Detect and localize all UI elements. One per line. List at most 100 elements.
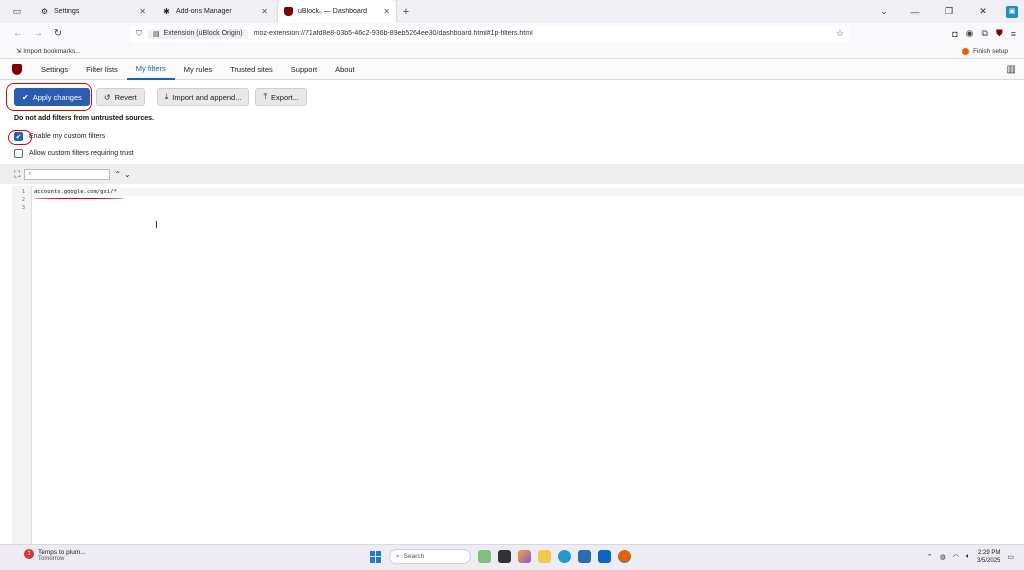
export-button[interactable]: ⤒ Export... [255,88,307,106]
find-prev-next-icons[interactable]: ⌃⌄ [114,170,133,179]
extensions-icon[interactable]: ⧉ [982,28,988,39]
tab-title: Settings [54,8,80,15]
search-icon: ⌕ [396,552,400,560]
tab-settings[interactable]: ⚙ Settings ✕ [34,0,152,23]
tab-title: uBlock₀ — Dashboard [298,8,368,15]
finish-setup-link[interactable]: Finish setup [961,47,1008,55]
toolbar-icons: ◘ ◉ ⧉ ⛊ ≡ [952,28,1016,39]
extension-puzzle-icon: ▤ [153,30,160,38]
tab-settings[interactable]: Settings [32,59,77,80]
network-icon[interactable]: ◍ [940,553,946,561]
forward-button[interactable]: → [28,28,48,39]
maximize-button[interactable]: ❐ [932,6,966,17]
line-number: 2 [21,197,25,203]
tab-filter-lists[interactable]: Filter lists [77,59,127,80]
untrusted-warning: Do not add filters from untrusted source… [14,115,155,122]
menu-icon[interactable]: ≡ [1011,29,1016,39]
checkbox-label: Enable my custom filters [29,133,106,140]
windows-taskbar: 1 Temps to plum... Tomorrow ⌕ Search ⌃ ◍… [0,544,1024,570]
editor-find-bar: ⛶ ⌕ ⌃⌄ [0,164,1024,184]
tab-addons-manager[interactable]: ✱ Add-ons Manager ✕ [156,0,274,23]
firefox-icon [961,47,969,55]
revert-button[interactable]: ↺ Revert [95,88,145,106]
weather-alert-icon: 1 [24,549,34,559]
text-cursor-icon: I [155,220,158,231]
book-icon[interactable]: ▥ [1007,64,1016,75]
identity-label: Extension (uBlock Origin) [163,30,243,37]
download-icon: ⤓ [164,92,169,101]
pocket-icon[interactable]: ◘ [952,29,957,39]
fullscreen-icon[interactable]: ⛶ [14,169,20,180]
gear-icon: ⚙ [40,7,49,16]
site-identity[interactable]: ▤ Extension (uBlock Origin) [148,28,248,39]
checkbox-label: Allow custom filters requiring trust [29,150,134,157]
window-controls: ⌄ — ❐ ✕ ▣ [870,0,1024,23]
tab-my-rules[interactable]: My rules [175,59,221,80]
landscape-widget-icon[interactable] [478,550,491,563]
edge-icon[interactable] [558,550,571,563]
filter-editor[interactable]: 1 2 3 accounts.google.com/gsi/* I [12,186,1024,544]
tab-my-filters[interactable]: My filters [126,59,175,80]
wifi-icon[interactable]: ◠ [953,553,959,561]
code-line[interactable]: accounts.google.com/gsi/* [34,188,117,196]
list-all-tabs-icon[interactable]: ▭ [0,0,34,23]
firefox-taskbar-icon[interactable] [618,550,631,563]
minimize-button[interactable]: — [898,7,932,17]
chevron-down-icon[interactable]: ⌄ [870,6,898,17]
shield-icon[interactable]: ⛉ [136,29,142,39]
chevron-up-icon[interactable]: ⌃ [927,553,933,561]
tab-about[interactable]: About [326,59,364,80]
taskbar-center: ⌕ Search [370,549,631,564]
task-view-icon[interactable] [498,550,511,563]
tab-ublock-dashboard[interactable]: uBlock₀ — Dashboard ✕ [278,0,396,23]
bookmark-star-icon[interactable]: ☆ [836,28,844,39]
tab-title: Add-ons Manager [176,8,232,15]
weather-widget[interactable]: 1 Temps to plum... Tomorrow [24,549,86,562]
import-button[interactable]: ⤓ Import and append... [156,88,250,106]
tab-strip: ▭ ⚙ Settings ✕ ✱ Add-ons Manager ✕ uBloc… [0,0,1024,23]
import-bookmarks-link[interactable]: ⇲ Import bookmarks... [16,47,81,55]
annotation-underline-filter [34,198,124,199]
file-explorer-icon[interactable] [538,550,551,563]
copilot-icon[interactable] [518,550,531,563]
allow-trusted-filters-checkbox[interactable]: Allow custom filters requiring trust [14,149,134,158]
checkbox-unchecked-icon[interactable] [14,149,23,158]
windows-start-icon[interactable] [370,550,382,563]
active-line-highlight [33,188,1024,196]
code-line[interactable] [34,204,117,212]
reload-button[interactable]: ↻ [48,28,68,39]
find-input[interactable]: ⌕ [24,168,111,180]
back-button[interactable]: ← [8,28,28,39]
clock-time: 2:29 PM [978,550,1001,556]
notifications-icon[interactable]: ▭ [1007,553,1014,561]
tab-support[interactable]: Support [282,59,326,80]
extension-icon[interactable]: ▣ [1006,5,1018,18]
url-text[interactable]: moz-extension://71afd8e8-03b5-46c2-936b-… [254,30,830,37]
close-window-button[interactable]: ✕ [966,6,1000,17]
puzzle-icon: ✱ [163,7,170,16]
revert-label: Revert [114,92,137,102]
outlook-icon[interactable] [598,550,611,563]
store-icon[interactable] [578,550,591,563]
account-icon[interactable]: ◉ [966,28,974,39]
close-icon[interactable]: ✕ [383,7,390,16]
close-icon[interactable]: ✕ [261,7,268,16]
dashboard-tabs: Settings Filter lists My filters My rule… [0,59,1024,80]
line-number: 1 [21,189,25,195]
close-icon[interactable]: ✕ [139,7,146,16]
export-label: Export... [271,92,299,102]
system-tray: ⌃ ◍ ◠ 🔈︎ 2:29 PM 3/5/2025 ▭ [927,549,1014,565]
annotation-circle-checkbox [8,130,32,145]
taskbar-search[interactable]: ⌕ Search [389,549,471,564]
weather-title: Temps to plum... [38,549,86,556]
ublock-toolbar-icon[interactable]: ⛊ [996,28,1003,39]
clock[interactable]: 2:29 PM 3/5/2025 [977,549,1000,565]
tab-trusted-sites[interactable]: Trusted sites [221,59,282,80]
code-lines[interactable]: accounts.google.com/gsi/* [34,188,117,212]
finish-setup-label: Finish setup [972,47,1008,55]
volume-icon[interactable]: 🔈︎ [966,553,970,561]
ublock-dashboard: Settings Filter lists My filters My rule… [0,59,1024,544]
undo-icon: ↺ [103,92,111,102]
new-tab-button[interactable]: + [396,0,416,23]
url-bar[interactable]: ⛉ ▤ Extension (uBlock Origin) moz-extens… [130,25,850,42]
